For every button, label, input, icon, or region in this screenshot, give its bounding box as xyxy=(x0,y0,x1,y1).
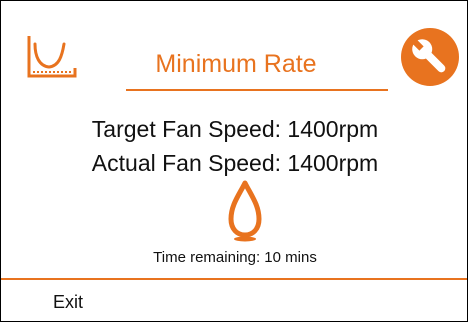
exit-button[interactable]: Exit xyxy=(53,291,83,313)
actual-fan-speed: Actual Fan Speed: 1400rpm xyxy=(91,150,379,176)
target-fan-speed: Target Fan Speed: 1400rpm xyxy=(91,116,379,142)
title-divider xyxy=(126,89,388,91)
wrench-icon[interactable] xyxy=(399,26,461,88)
flame-icon xyxy=(228,180,262,242)
footer-divider xyxy=(1,278,467,280)
page-title: Minimum Rate xyxy=(155,50,317,78)
time-remaining: Time remaining: 10 mins xyxy=(153,249,317,266)
minimum-rate-icon xyxy=(27,36,77,78)
screen-frame: Minimum Rate Target Fan Speed: 1400rpm A… xyxy=(0,0,468,322)
